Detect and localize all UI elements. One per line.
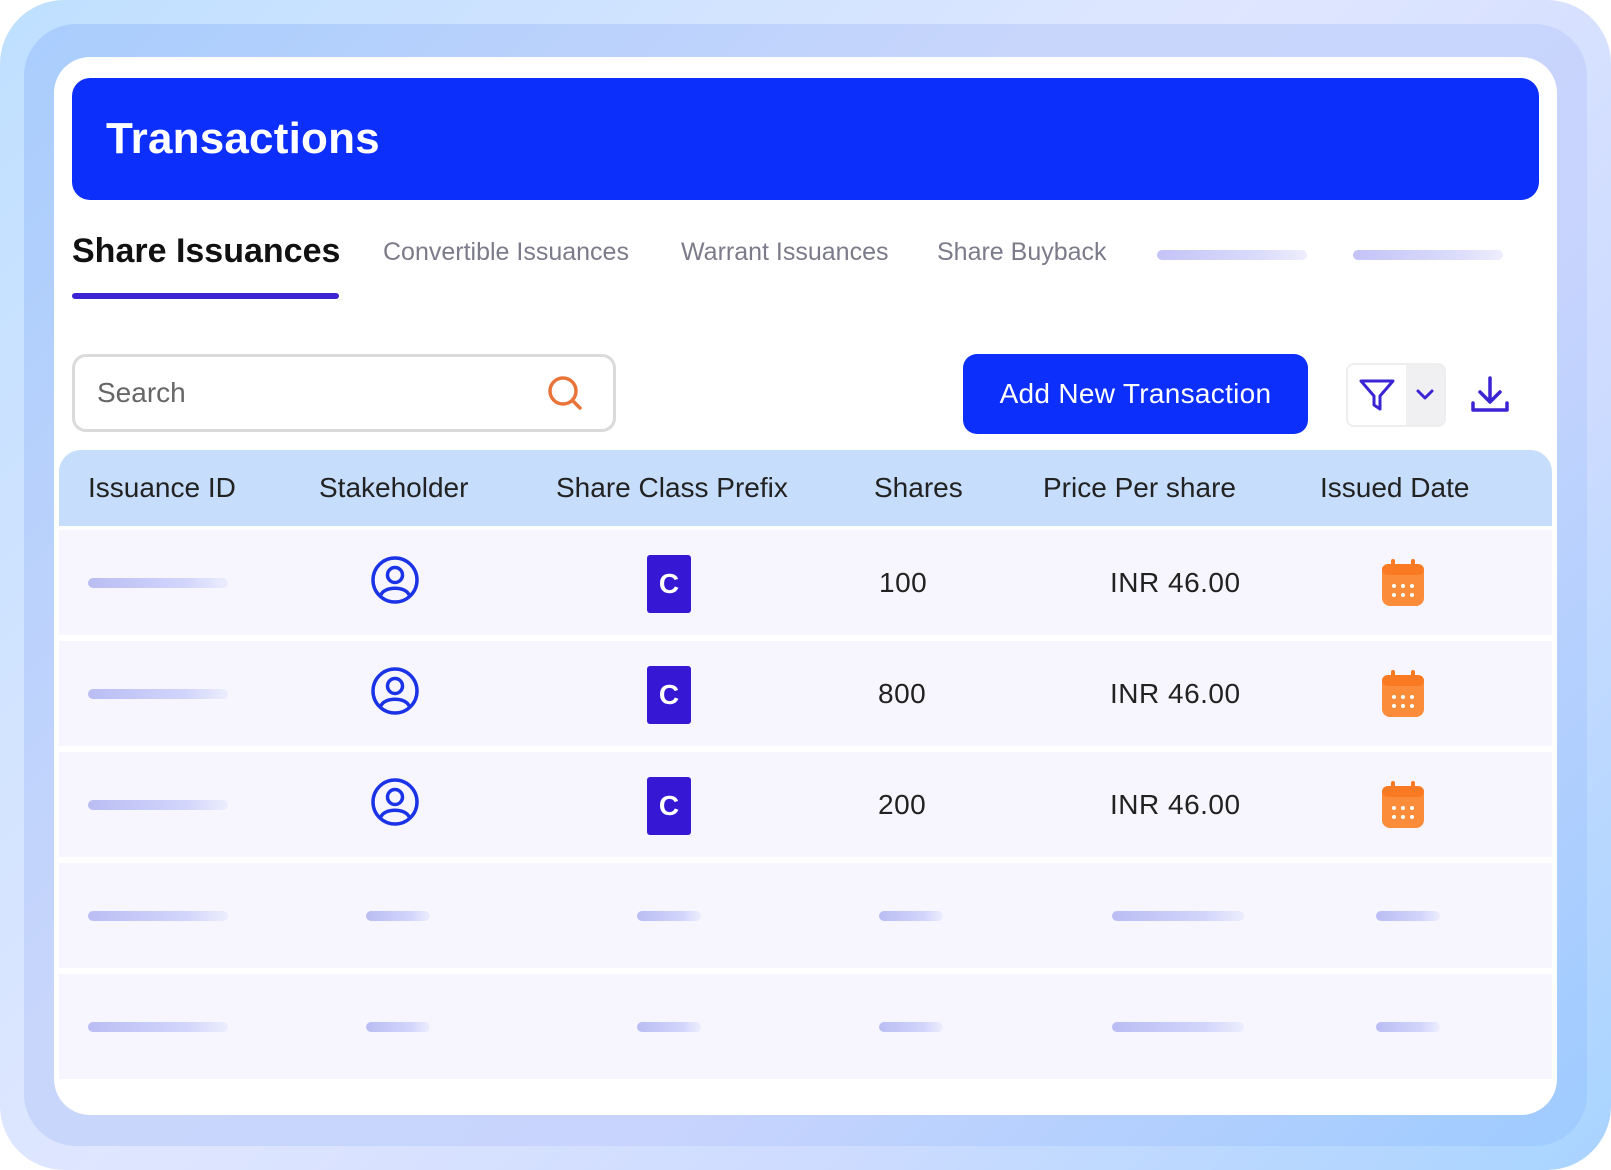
cell-placeholder [1376, 911, 1440, 921]
user-avatar-icon[interactable] [370, 666, 420, 716]
add-new-transaction-button[interactable]: Add New Transaction [963, 354, 1308, 434]
table-row[interactable]: C 200 INR 46.00 [59, 752, 1552, 857]
filter-button[interactable] [1348, 365, 1406, 425]
cell-placeholder [879, 1022, 943, 1032]
column-header-issuance-id[interactable]: Issuance ID [88, 472, 236, 504]
cell-placeholder [879, 911, 943, 921]
tab-placeholder[interactable] [1157, 250, 1307, 260]
tab-placeholder[interactable] [1353, 250, 1503, 260]
cell-placeholder [637, 911, 701, 921]
cell-placeholder [366, 911, 430, 921]
issuance-id-placeholder [88, 800, 228, 810]
cell-placeholder [366, 1022, 430, 1032]
filter-dropdown[interactable] [1346, 363, 1446, 427]
issuance-id-placeholder [88, 578, 228, 588]
search-icon[interactable] [545, 373, 585, 413]
tab-share-issuances[interactable]: Share Issuances [72, 232, 340, 271]
cell-placeholder [637, 1022, 701, 1032]
cell-placeholder [1376, 1022, 1440, 1032]
chevron-down-icon [1416, 389, 1434, 400]
calendar-icon[interactable] [1380, 780, 1426, 830]
table-header: Issuance ID Stakeholder Share Class Pref… [59, 450, 1552, 526]
search-input[interactable] [97, 377, 517, 409]
table-row-placeholder [59, 863, 1552, 968]
filter-icon [1359, 379, 1395, 411]
transactions-table: Issuance ID Stakeholder Share Class Pref… [59, 450, 1552, 1079]
tab-convertible-issuances[interactable]: Convertible Issuances [383, 238, 629, 267]
shares-value: 800 [878, 678, 927, 709]
download-icon [1471, 376, 1509, 412]
column-header-shares[interactable]: Shares [874, 472, 963, 504]
share-class-badge: C [647, 555, 691, 613]
shares-value: 200 [878, 789, 927, 820]
tab-bar: Share Issuances Convertible Issuances Wa… [72, 232, 1539, 302]
price-value: INR 46.00 [1110, 567, 1241, 598]
share-class-badge: C [647, 777, 691, 835]
share-class-badge: C [647, 666, 691, 724]
tab-warrant-issuances[interactable]: Warrant Issuances [681, 238, 888, 267]
transactions-card: Transactions Share Issuances Convertible… [54, 57, 1557, 1115]
user-avatar-icon[interactable] [370, 777, 420, 827]
cell-placeholder [88, 1022, 228, 1032]
active-tab-indicator [72, 293, 339, 299]
filter-chevron-button[interactable] [1405, 365, 1444, 425]
cell-placeholder [1112, 911, 1244, 921]
cell-placeholder [1112, 1022, 1244, 1032]
download-button[interactable] [1462, 367, 1518, 423]
page-title: Transactions [106, 114, 380, 163]
table-row-placeholder [59, 974, 1552, 1079]
column-header-share-class-prefix[interactable]: Share Class Prefix [556, 472, 788, 504]
tab-share-buyback[interactable]: Share Buyback [937, 238, 1107, 267]
calendar-icon[interactable] [1380, 558, 1426, 608]
shares-value: 100 [879, 567, 928, 598]
price-value: INR 46.00 [1110, 789, 1241, 820]
price-value: INR 46.00 [1110, 678, 1241, 709]
user-avatar-icon[interactable] [370, 555, 420, 605]
cell-placeholder [88, 911, 228, 921]
page-header: Transactions [72, 78, 1539, 200]
table-row[interactable]: C 100 INR 46.00 [59, 530, 1552, 635]
column-header-stakeholder[interactable]: Stakeholder [319, 472, 468, 504]
search-box[interactable] [72, 354, 616, 432]
column-header-price-per-share[interactable]: Price Per share [1043, 472, 1236, 504]
table-row[interactable]: C 800 INR 46.00 [59, 641, 1552, 746]
issuance-id-placeholder [88, 689, 228, 699]
calendar-icon[interactable] [1380, 669, 1426, 719]
column-header-issued-date[interactable]: Issued Date [1320, 472, 1469, 504]
